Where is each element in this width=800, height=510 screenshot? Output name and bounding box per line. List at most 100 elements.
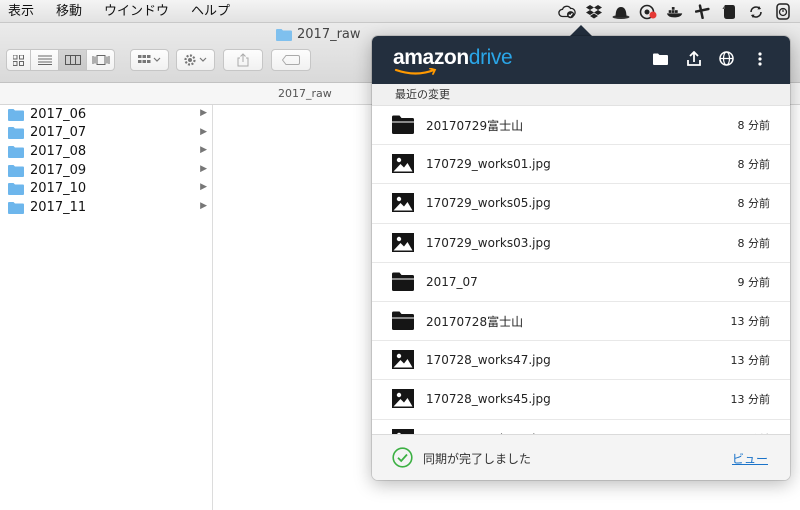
sync-status-text: 同期が完了しました: [423, 452, 532, 466]
evernote-icon[interactable]: [720, 3, 738, 21]
folder-row[interactable]: 2017_09 ▶: [0, 161, 212, 180]
file-row[interactable]: 2017_07 9 分前: [372, 263, 790, 302]
globe-icon: [719, 51, 734, 66]
file-modified-time: 8 分前: [737, 119, 771, 133]
file-modified-time: 8 分前: [737, 197, 771, 211]
bowler-hat-icon[interactable]: [612, 3, 630, 21]
folder-column: 2017_06 ▶ 2017_07 ▶ 2017_08 ▶ 2017_09 ▶ …: [0, 105, 213, 510]
docker-icon[interactable]: [666, 3, 684, 21]
menu-window[interactable]: ウインドウ: [93, 0, 180, 23]
app-badge-icon[interactable]: [639, 3, 657, 21]
view-link[interactable]: ビュー: [732, 450, 768, 467]
list-view-button[interactable]: [31, 49, 59, 71]
tag-group: [271, 49, 311, 71]
sync-icon[interactable]: [747, 3, 765, 21]
folder-icon: [653, 53, 668, 65]
recent-changes-header: 最近の変更: [372, 84, 790, 106]
share-group: [223, 49, 263, 71]
folder-row[interactable]: 2017_10 ▶: [0, 179, 212, 198]
list-icon: [37, 55, 52, 65]
image-file-icon: [392, 232, 414, 254]
folder-name: 2017_08: [30, 143, 87, 159]
more-vertical-icon: [757, 51, 762, 66]
recent-changes-list: 20170729富士山 8 分前 170729_works01.jpg 8 分前 170…: [372, 106, 790, 434]
folder-row[interactable]: 2017_08 ▶: [0, 142, 212, 161]
disclosure-arrow-icon: ▶: [200, 182, 207, 193]
image-file-icon: [392, 154, 414, 175]
tag-icon: [282, 55, 300, 65]
folder-name: 2017_09: [30, 162, 87, 178]
dropbox-icon[interactable]: [585, 3, 603, 21]
window-title-label: 2017_raw: [297, 27, 361, 42]
file-name: 2017_07: [426, 274, 478, 289]
timer-icon[interactable]: [774, 3, 792, 21]
file-modified-time: 8 分前: [737, 158, 771, 172]
file-row[interactable]: 170728_works41.jpg14 分前: [372, 420, 790, 434]
file-name: 170729_works03.jpg: [426, 235, 551, 250]
menu-help[interactable]: ヘルプ: [180, 0, 241, 23]
arrange-group: [130, 49, 169, 71]
menu-view[interactable]: 表示: [0, 0, 45, 23]
grid-icon: [13, 54, 24, 66]
folder-icon: [8, 108, 24, 121]
folder-icon: [392, 311, 414, 332]
file-row[interactable]: 170729_works05.jpg 8 分前: [372, 184, 790, 224]
folder-row[interactable]: 2017_11 ▶: [0, 198, 212, 217]
slack-icon[interactable]: [693, 3, 711, 21]
file-modified-time: 9 分前: [737, 275, 771, 289]
disclosure-arrow-icon: ▶: [200, 126, 207, 137]
folder-row[interactable]: 2017_06 ▶: [0, 105, 212, 124]
image-file-icon: [392, 389, 414, 410]
gallery-view-button[interactable]: [87, 49, 115, 71]
amazon-drive-popover: amazondrive 最近の変更 20170729富士山 8 分前 170729_…: [372, 36, 790, 480]
folder-row[interactable]: 2017_07 ▶: [0, 124, 212, 143]
file-name: 170729_works01.jpg: [426, 157, 551, 172]
icon-view-button[interactable]: [6, 49, 31, 71]
share-button[interactable]: [223, 49, 263, 71]
web-button[interactable]: [718, 50, 735, 67]
folder-icon: [8, 201, 24, 214]
tag-button[interactable]: [271, 49, 311, 71]
folder-icon: [8, 145, 24, 158]
folder-icon: [276, 29, 292, 41]
action-button[interactable]: [176, 49, 215, 71]
folder-icon: [8, 164, 24, 177]
file-row[interactable]: 170728_works47.jpg 13 分前: [372, 341, 790, 381]
file-row[interactable]: 170728_works45.jpg 13 分前: [372, 380, 790, 420]
popover-arrow: [570, 25, 592, 36]
column-view-button[interactable]: [59, 49, 87, 71]
folder-name: 2017_07: [30, 125, 87, 141]
header-actions: [652, 50, 768, 67]
amazon-smile-icon: [394, 68, 437, 75]
folder-name: 2017_06: [30, 106, 87, 122]
action-group: [176, 49, 215, 71]
folder-icon: [8, 127, 24, 140]
menu-bar: 表示 移動 ウインドウ ヘルプ: [0, 0, 800, 23]
status-tray: [558, 0, 800, 23]
view-mode-group: [6, 49, 115, 71]
file-row[interactable]: 170729_works01.jpg 8 分前: [372, 145, 790, 185]
columns-icon: [64, 55, 81, 65]
disclosure-arrow-icon: ▶: [200, 145, 207, 156]
file-name: 170728_works47.jpg: [426, 353, 551, 368]
folder-name: 2017_11: [30, 199, 87, 215]
file-name: 20170729富士山: [426, 118, 524, 133]
file-row[interactable]: 170729_works03.jpg 8 分前: [372, 224, 790, 263]
menu-go[interactable]: 移動: [45, 0, 93, 23]
file-row[interactable]: 20170728富士山 13 分前: [372, 302, 790, 342]
file-modified-time: 13 分前: [730, 393, 771, 407]
disclosure-arrow-icon: ▶: [200, 200, 207, 211]
file-name: 170729_works05.jpg: [426, 196, 551, 211]
amazon-drive-logo: amazondrive: [393, 46, 513, 70]
upload-button[interactable]: [685, 50, 702, 67]
open-folder-button[interactable]: [652, 50, 669, 67]
file-name: 170728_works45.jpg: [426, 392, 551, 407]
folder-icon: [392, 115, 414, 136]
logo-amazon-text: amazon: [393, 46, 469, 69]
file-row[interactable]: 20170729富士山 8 分前: [372, 106, 790, 146]
image-file-icon: [392, 350, 414, 371]
amazon-drive-icon[interactable]: [558, 3, 576, 21]
file-modified-time: 13 分前: [730, 315, 771, 329]
arrange-button[interactable]: [130, 49, 169, 71]
more-menu-button[interactable]: [751, 50, 768, 67]
